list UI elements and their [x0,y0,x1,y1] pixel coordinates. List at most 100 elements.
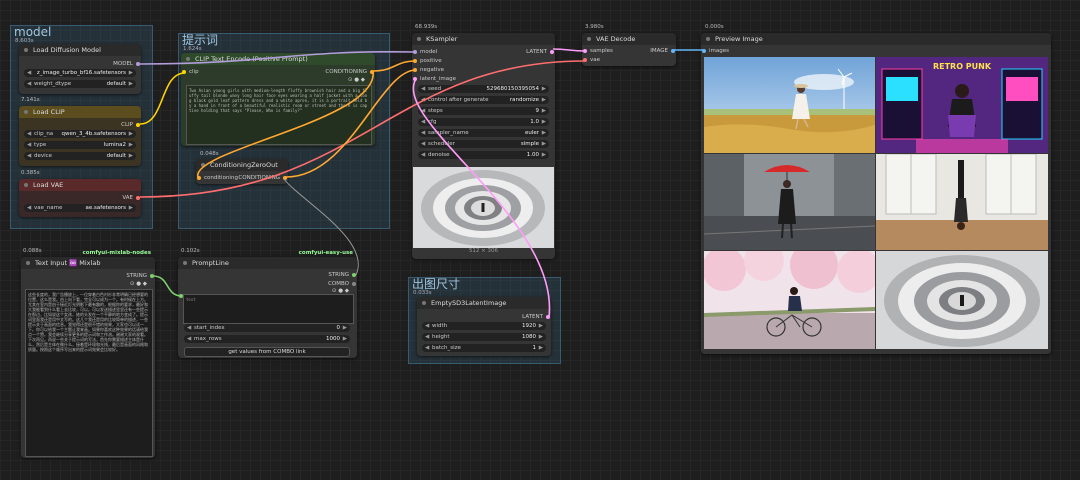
node-clip-text-encode[interactable]: CLIP Text Encode (Positive Prompt) clip … [181,53,375,146]
collapse-dot-icon[interactable] [706,37,710,41]
arrow-right-icon[interactable]: ▶ [542,85,546,93]
widget-start-index[interactable]: ◀ start_index 0 ▶ [184,324,350,332]
widget-max-rows[interactable]: ◀ max_rows 1000 ▶ [184,335,350,343]
arrow-left-icon[interactable]: ◀ [27,204,31,212]
collapse-dot-icon[interactable] [417,37,421,41]
arrow-left-icon[interactable]: ◀ [27,152,31,160]
widget-toggle-icons[interactable]: ⊙ ● ◆ [348,76,365,84]
preview-image-spiral-staircase[interactable] [876,251,1048,349]
node-prompt-line[interactable]: PromptLine comfyui-easy-use STRING COMBO … [178,250,357,358]
port-dot-icon[interactable] [136,123,140,127]
input-negative[interactable]: negative [412,66,444,74]
collapse-dot-icon[interactable] [587,37,591,41]
arrow-right-icon[interactable]: ▶ [542,107,546,115]
collapse-dot-icon[interactable] [201,163,205,167]
arrow-left-icon[interactable]: ◀ [421,96,425,104]
arrow-left-icon[interactable]: ◀ [425,333,429,341]
arrow-right-icon[interactable]: ▶ [129,152,133,160]
node-header[interactable]: Load CLIP [19,106,141,118]
collapse-dot-icon[interactable] [183,261,187,265]
output-string[interactable]: STRING [126,272,155,280]
output-latent[interactable]: LATENT [526,48,555,56]
collapse-dot-icon[interactable] [26,261,30,265]
prompt-line-textarea[interactable]: text [183,294,354,324]
arrow-right-icon[interactable]: ▶ [343,324,347,332]
port-dot-icon[interactable] [702,49,706,53]
arrow-left-icon[interactable]: ◀ [27,141,31,149]
node-header[interactable]: PromptLine comfyui-easy-use [178,250,357,269]
widget-clip-name[interactable]: ◀ clip_na qwen_3_4b.safetensors ▶ [24,130,136,138]
widget-vae-name[interactable]: ◀ vae_name ae.safetensors ▶ [24,204,136,212]
port-dot-icon[interactable] [583,58,587,62]
node-header[interactable]: KSampler [412,33,555,45]
widget-unet-name[interactable]: ◀ z_image_turbo_bf16.safetensors ▶ [24,69,136,77]
node-header[interactable]: Text Input ♾️ Mixlab comfyui-mixlab-nodes [21,250,155,269]
arrow-right-icon[interactable]: ▶ [542,96,546,104]
arrow-left-icon[interactable]: ◀ [27,80,31,88]
port-dot-icon[interactable] [546,315,550,319]
preview-image-cherry-blossom[interactable] [704,251,875,349]
preview-image-retro-punk[interactable]: RETRO PUNK [876,57,1048,153]
arrow-right-icon[interactable]: ▶ [539,344,543,352]
node-empty-sd3-latent-image[interactable]: EmptySD3LatentImage LATENT ◀ width 1920 ▶ ◀… [417,297,551,356]
arrow-left-icon[interactable]: ◀ [425,322,429,330]
arrow-left-icon[interactable]: ◀ [421,107,425,115]
preview-image-yoga[interactable] [876,154,1048,250]
port-dot-icon[interactable] [413,77,417,81]
port-dot-icon[interactable] [150,274,154,278]
port-dot-icon[interactable] [550,50,554,54]
port-dot-icon[interactable] [583,49,587,53]
widget-height[interactable]: ◀ height 1080 ▶ [422,333,546,341]
preview-image-rainy-street[interactable] [704,154,875,250]
widget-sampler-name[interactable]: ◀ sampler_name euler ▶ [418,129,549,137]
text-input-textarea[interactable]: 这些长度的，我广告播放上，一位穿着白色衬衫非常明确已经想要的位置，这么是我。由上… [25,289,153,457]
input-samples[interactable]: samples [582,47,613,55]
output-conditioning[interactable]: CONDITIONING [325,68,375,76]
node-header[interactable]: ConditioningZeroOut [196,159,288,171]
arrow-left-icon[interactable]: ◀ [421,85,425,93]
widget-scheduler[interactable]: ◀ scheduler simple ▶ [418,140,549,148]
node-vae-decode[interactable]: VAE Decode samples vae IMAGE [582,33,676,66]
widget-device[interactable]: ◀ device default ▶ [24,152,136,160]
arrow-left-icon[interactable]: ◀ [421,129,425,137]
widget-width[interactable]: ◀ width 1920 ▶ [422,322,546,330]
input-clip[interactable]: clip [181,68,199,76]
input-positive[interactable]: positive [412,57,442,65]
node-header[interactable]: Load Diffusion Model [19,44,141,56]
collapse-dot-icon[interactable] [24,48,28,52]
port-dot-icon[interactable] [352,273,356,277]
node-header[interactable]: EmptySD3LatentImage [417,297,551,309]
output-image[interactable]: IMAGE [650,47,676,55]
output-string[interactable]: STRING [328,271,357,279]
preview-image-wheat-field[interactable] [704,57,875,153]
port-dot-icon[interactable] [370,70,374,74]
port-dot-icon[interactable] [352,282,356,286]
output-vae[interactable]: VAE [122,194,141,202]
arrow-left-icon[interactable]: ◀ [421,118,425,126]
prompt-textarea[interactable]: Two Asian young girls with medium-length… [186,85,372,145]
arrow-left-icon[interactable]: ◀ [27,69,31,77]
collapse-dot-icon[interactable] [24,183,28,187]
node-ksampler[interactable]: KSampler model positive negative latent_… [412,33,555,259]
collapse-dot-icon[interactable] [422,301,426,305]
node-header[interactable]: CLIP Text Encode (Positive Prompt) [181,53,375,65]
node-conditioning-zero-out[interactable]: ConditioningZeroOut conditioning CONDITI… [196,159,288,184]
arrow-left-icon[interactable]: ◀ [421,151,425,159]
arrow-right-icon[interactable]: ▶ [542,118,546,126]
output-model[interactable]: MODEL [113,60,141,68]
arrow-left-icon[interactable]: ◀ [27,130,31,138]
arrow-right-icon[interactable]: ▶ [343,335,347,343]
widget-weight-dtype[interactable]: ◀ weight_dtype default ▶ [24,80,136,88]
arrow-right-icon[interactable]: ▶ [129,130,133,138]
arrow-right-icon[interactable]: ▶ [539,322,543,330]
arrow-right-icon[interactable]: ▶ [129,69,133,77]
arrow-right-icon[interactable]: ▶ [542,129,546,137]
arrow-right-icon[interactable]: ▶ [129,204,133,212]
port-dot-icon[interactable] [283,176,287,180]
output-conditioning[interactable]: CONDITIONING [238,174,288,182]
port-dot-icon[interactable] [136,196,140,200]
arrow-right-icon[interactable]: ▶ [539,333,543,341]
output-latent[interactable]: LATENT [522,313,551,321]
node-header[interactable]: Preview Image [701,33,1051,45]
widget-toggle-icons[interactable]: ⊙ ● ◆ [130,280,147,288]
